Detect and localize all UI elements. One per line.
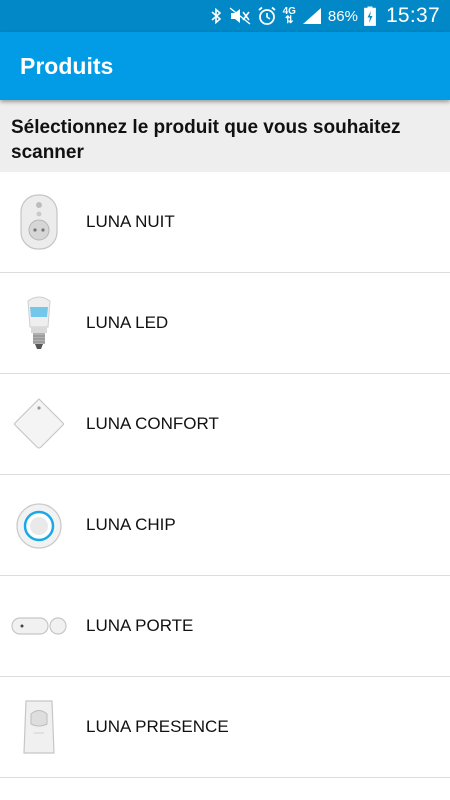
signal-icon [302, 8, 321, 24]
battery-percent: 86% [327, 7, 358, 25]
product-name: LUNA CHIP [86, 515, 176, 534]
product-name: LUNA CONFORT [86, 414, 219, 433]
product-item-luna-nuit[interactable]: LUNA NUIT [0, 172, 450, 273]
chip-button-icon [16, 503, 62, 549]
product-name: LUNA LED [86, 313, 169, 332]
product-name: LUNA PORTE [86, 616, 194, 635]
page-title: Produits [20, 53, 114, 79]
door-sensor-icon [11, 617, 67, 635]
alarm-icon [257, 6, 276, 25]
product-name: LUNA NUIT [86, 212, 175, 231]
status-icons: 4G ⇅ 86% 15:37 [209, 0, 440, 32]
battery-charging-icon [364, 6, 376, 26]
product-name: LUNA PRESENCE [86, 717, 229, 736]
bluetooth-icon [211, 7, 221, 25]
presence-sensor-icon [23, 700, 55, 754]
night-light-plug-icon [20, 194, 58, 250]
network-4g-icon: 4G ⇅ [282, 6, 296, 26]
mute-icon [229, 7, 250, 25]
product-item-luna-presence[interactable]: LUNA PRESENCE [0, 677, 450, 778]
app-bar: Produits [0, 32, 450, 100]
led-bulb-icon [27, 296, 51, 349]
product-item-luna-led[interactable]: LUNA LED [0, 273, 450, 374]
confort-sensor-icon [13, 398, 65, 449]
instruction-header: Sélectionnez le produit que vous souhait… [0, 100, 450, 172]
product-item-luna-confort[interactable]: LUNA CONFORT [0, 374, 450, 475]
status-bar: 4G ⇅ 86% 15:37 [0, 0, 450, 32]
product-item-luna-chip[interactable]: LUNA CHIP [0, 475, 450, 576]
product-list: LUNA NUIT LUNA LED LUNA CONFORT LUNA CHI… [0, 172, 450, 778]
instruction-text: Sélectionnez le produit que vous souhait… [11, 117, 401, 163]
clock: 15:37 [385, 4, 440, 27]
product-item-luna-porte[interactable]: LUNA PORTE [0, 576, 450, 677]
